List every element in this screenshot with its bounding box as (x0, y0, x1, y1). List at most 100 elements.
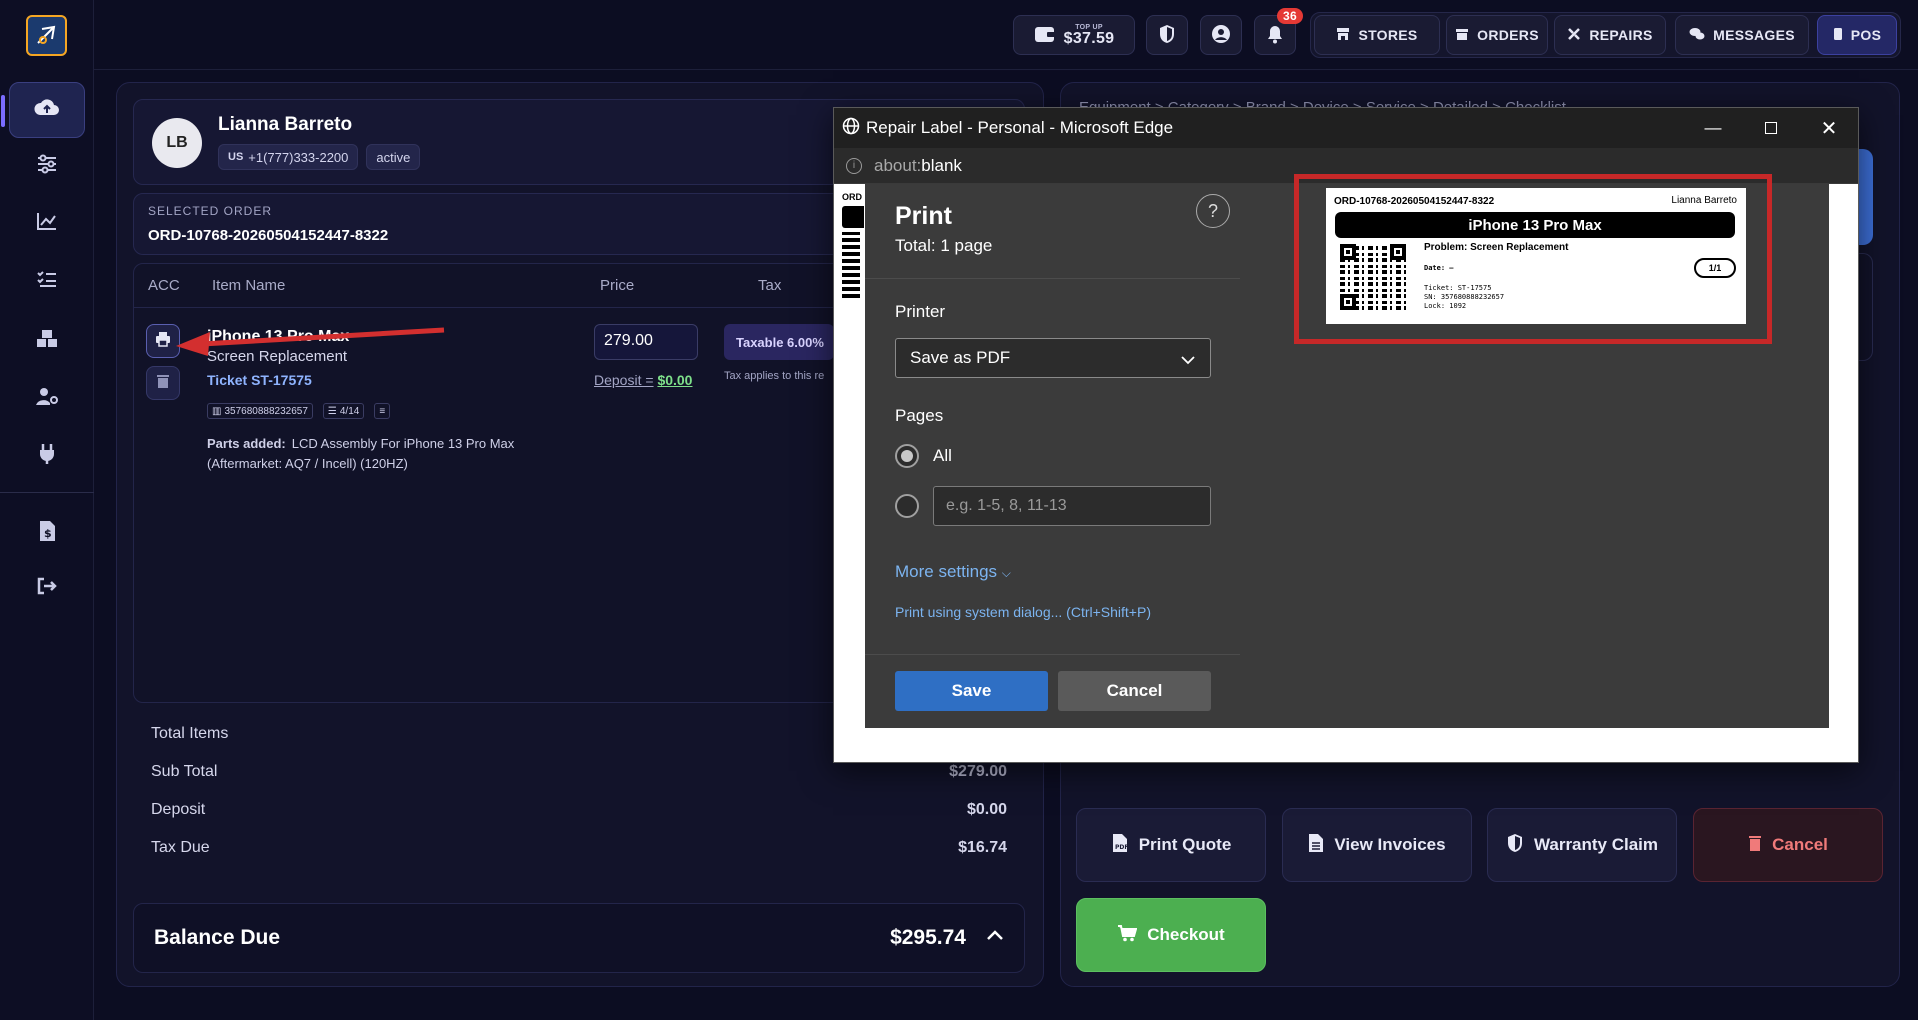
shield-icon (1158, 24, 1176, 47)
print-quote-label: Print Quote (1138, 835, 1232, 854)
view-invoices-label: View Invoices (1334, 835, 1446, 854)
user-circle-icon (1211, 24, 1231, 47)
minimize-button[interactable]: ― (1684, 108, 1742, 148)
window-titlebar[interactable]: Repair Label - Personal - Microsoft Edge… (834, 108, 1858, 148)
parts-added: Parts added: LCD Assembly For iPhone 13 P… (207, 434, 547, 474)
sidebar-item-settings[interactable] (22, 141, 72, 191)
price-input[interactable]: 279.00 (594, 324, 698, 360)
align-left-icon: ≡ (379, 405, 386, 417)
sidebar-item-tasks[interactable] (22, 256, 72, 306)
nav-messages-label: MESSAGES (1713, 27, 1795, 43)
printer-select[interactable]: Save as PDF (895, 338, 1211, 378)
list-icon: ☰ (327, 405, 337, 417)
pages-label: Pages (895, 406, 944, 425)
security-button[interactable] (1146, 15, 1188, 55)
account-button[interactable] (1200, 15, 1242, 55)
sidebar-item-billing[interactable]: $ (22, 508, 72, 558)
serial-chip[interactable]: ▥ 357680888232657 (207, 403, 313, 419)
more-settings-link[interactable]: More settings ⌵ (895, 562, 1011, 582)
label-ticket: Ticket: ST-17575 (1424, 284, 1492, 292)
balance-value: $295.74 (890, 926, 966, 949)
view-invoices-button[interactable]: View Invoices (1282, 808, 1472, 882)
balance-due-bar[interactable]: Balance Due $295.74 (133, 903, 1025, 973)
label-date: Date: — (1424, 264, 1454, 272)
sidebar-divider (0, 492, 94, 493)
shield-half-icon (1506, 833, 1524, 858)
system-dialog-link[interactable]: Print using system dialog... (Ctrl+Shift… (895, 604, 1151, 620)
taxable-badge[interactable]: Taxable 6.00% (724, 324, 834, 360)
pages-custom-radio[interactable] (895, 494, 919, 518)
close-window-button[interactable]: ✕ (1800, 108, 1858, 148)
bell-icon (1266, 24, 1284, 47)
label-count: 1/1 (1694, 258, 1736, 278)
sidebar-item-cloud[interactable] (1, 82, 85, 138)
sidebar-item-integrations[interactable] (22, 430, 72, 480)
balance-label: Balance Due (154, 926, 281, 949)
printer-label: Printer (895, 302, 946, 321)
checklist-progress: 4/14 (339, 405, 360, 417)
printer-icon (155, 331, 171, 352)
trash-icon (156, 373, 170, 394)
help-button[interactable]: ? (1196, 194, 1230, 228)
pane-divider-top (865, 278, 1240, 279)
sidebar-item-inventory[interactable] (22, 315, 72, 365)
nav-orders-label: ORDERS (1477, 27, 1539, 43)
label-order-id: ORD-10768-20260504152447-8322 (1334, 196, 1495, 207)
nav-pos[interactable]: POS (1817, 15, 1897, 55)
line-chart-icon (36, 211, 58, 236)
deposit-link[interactable]: Deposit = $0.00 (594, 372, 692, 388)
cancel-button[interactable]: Cancel (1058, 671, 1211, 711)
customer-phone: +1(777)333-2200 (248, 149, 349, 165)
notifications-button[interactable]: 36 (1254, 8, 1303, 55)
nav-messages[interactable]: MESSAGES (1675, 15, 1809, 55)
nav-repairs[interactable]: REPAIRS (1554, 15, 1666, 55)
pages-all-label[interactable]: All (933, 446, 952, 466)
tax-note: Tax applies to this re (724, 370, 825, 382)
chevron-up-icon[interactable] (986, 928, 1004, 947)
print-quote-button[interactable]: PDF Print Quote (1076, 808, 1266, 882)
edge-print-window: Repair Label - Personal - Microsoft Edge… (833, 107, 1859, 763)
nav-stores[interactable]: STORES (1314, 15, 1440, 55)
wallet-icon (1034, 25, 1056, 46)
col-item-name: Item Name (212, 277, 286, 294)
pages-range-input[interactable]: e.g. 1-5, 8, 11-13 (933, 486, 1211, 526)
sidebar-item-analytics[interactable] (22, 198, 72, 248)
delete-item-button[interactable] (146, 366, 180, 400)
notes-chip[interactable]: ≡ (374, 403, 391, 419)
globe-icon (842, 117, 860, 140)
warranty-claim-button[interactable]: Warranty Claim (1487, 808, 1677, 882)
app-logo[interactable] (26, 15, 67, 56)
checklist-icon (36, 269, 58, 294)
printer-select-value: Save as PDF (910, 348, 1011, 367)
wallet-topup-button[interactable]: TOP UP $37.59 (1013, 15, 1135, 55)
save-button[interactable]: Save (895, 671, 1048, 711)
sidebar-item-logout[interactable] (22, 563, 72, 613)
checklist-chip[interactable]: ☰ 4/14 (322, 403, 365, 419)
customer-name[interactable]: Lianna Barreto (218, 114, 352, 136)
avatar: LB (152, 118, 202, 168)
file-lines-icon (1308, 833, 1324, 858)
sidebar-item-user-settings[interactable] (22, 373, 72, 423)
nav-orders[interactable]: ORDERS (1446, 15, 1548, 55)
label-lock: Lock: 1092 (1424, 302, 1467, 310)
phone-chip[interactable]: US +1(777)333-2200 (218, 144, 359, 170)
address-rest: blank (921, 155, 962, 175)
trash-icon (1748, 834, 1762, 857)
cancel-order-label: Cancel (1772, 835, 1828, 854)
print-title: Print (895, 202, 952, 230)
deposit-link-label: Deposit = (594, 372, 654, 388)
pages-all-radio[interactable] (895, 444, 919, 468)
nav-repairs-label: REPAIRS (1589, 27, 1653, 43)
maximize-button[interactable] (1742, 108, 1800, 148)
ticket-link[interactable]: Ticket ST-17575 (207, 372, 312, 388)
checkout-button[interactable]: Checkout (1076, 898, 1266, 972)
total-items-label: Total Items (151, 725, 229, 742)
info-icon: i (846, 157, 862, 174)
country-code: US (228, 151, 244, 163)
close-icon: ✕ (1820, 117, 1838, 140)
user-gear-icon (35, 386, 59, 411)
cancel-order-button[interactable]: Cancel (1693, 808, 1883, 882)
svg-text:$: $ (44, 527, 52, 540)
sliders-icon (36, 154, 58, 179)
deposit-label: Deposit (151, 801, 206, 818)
